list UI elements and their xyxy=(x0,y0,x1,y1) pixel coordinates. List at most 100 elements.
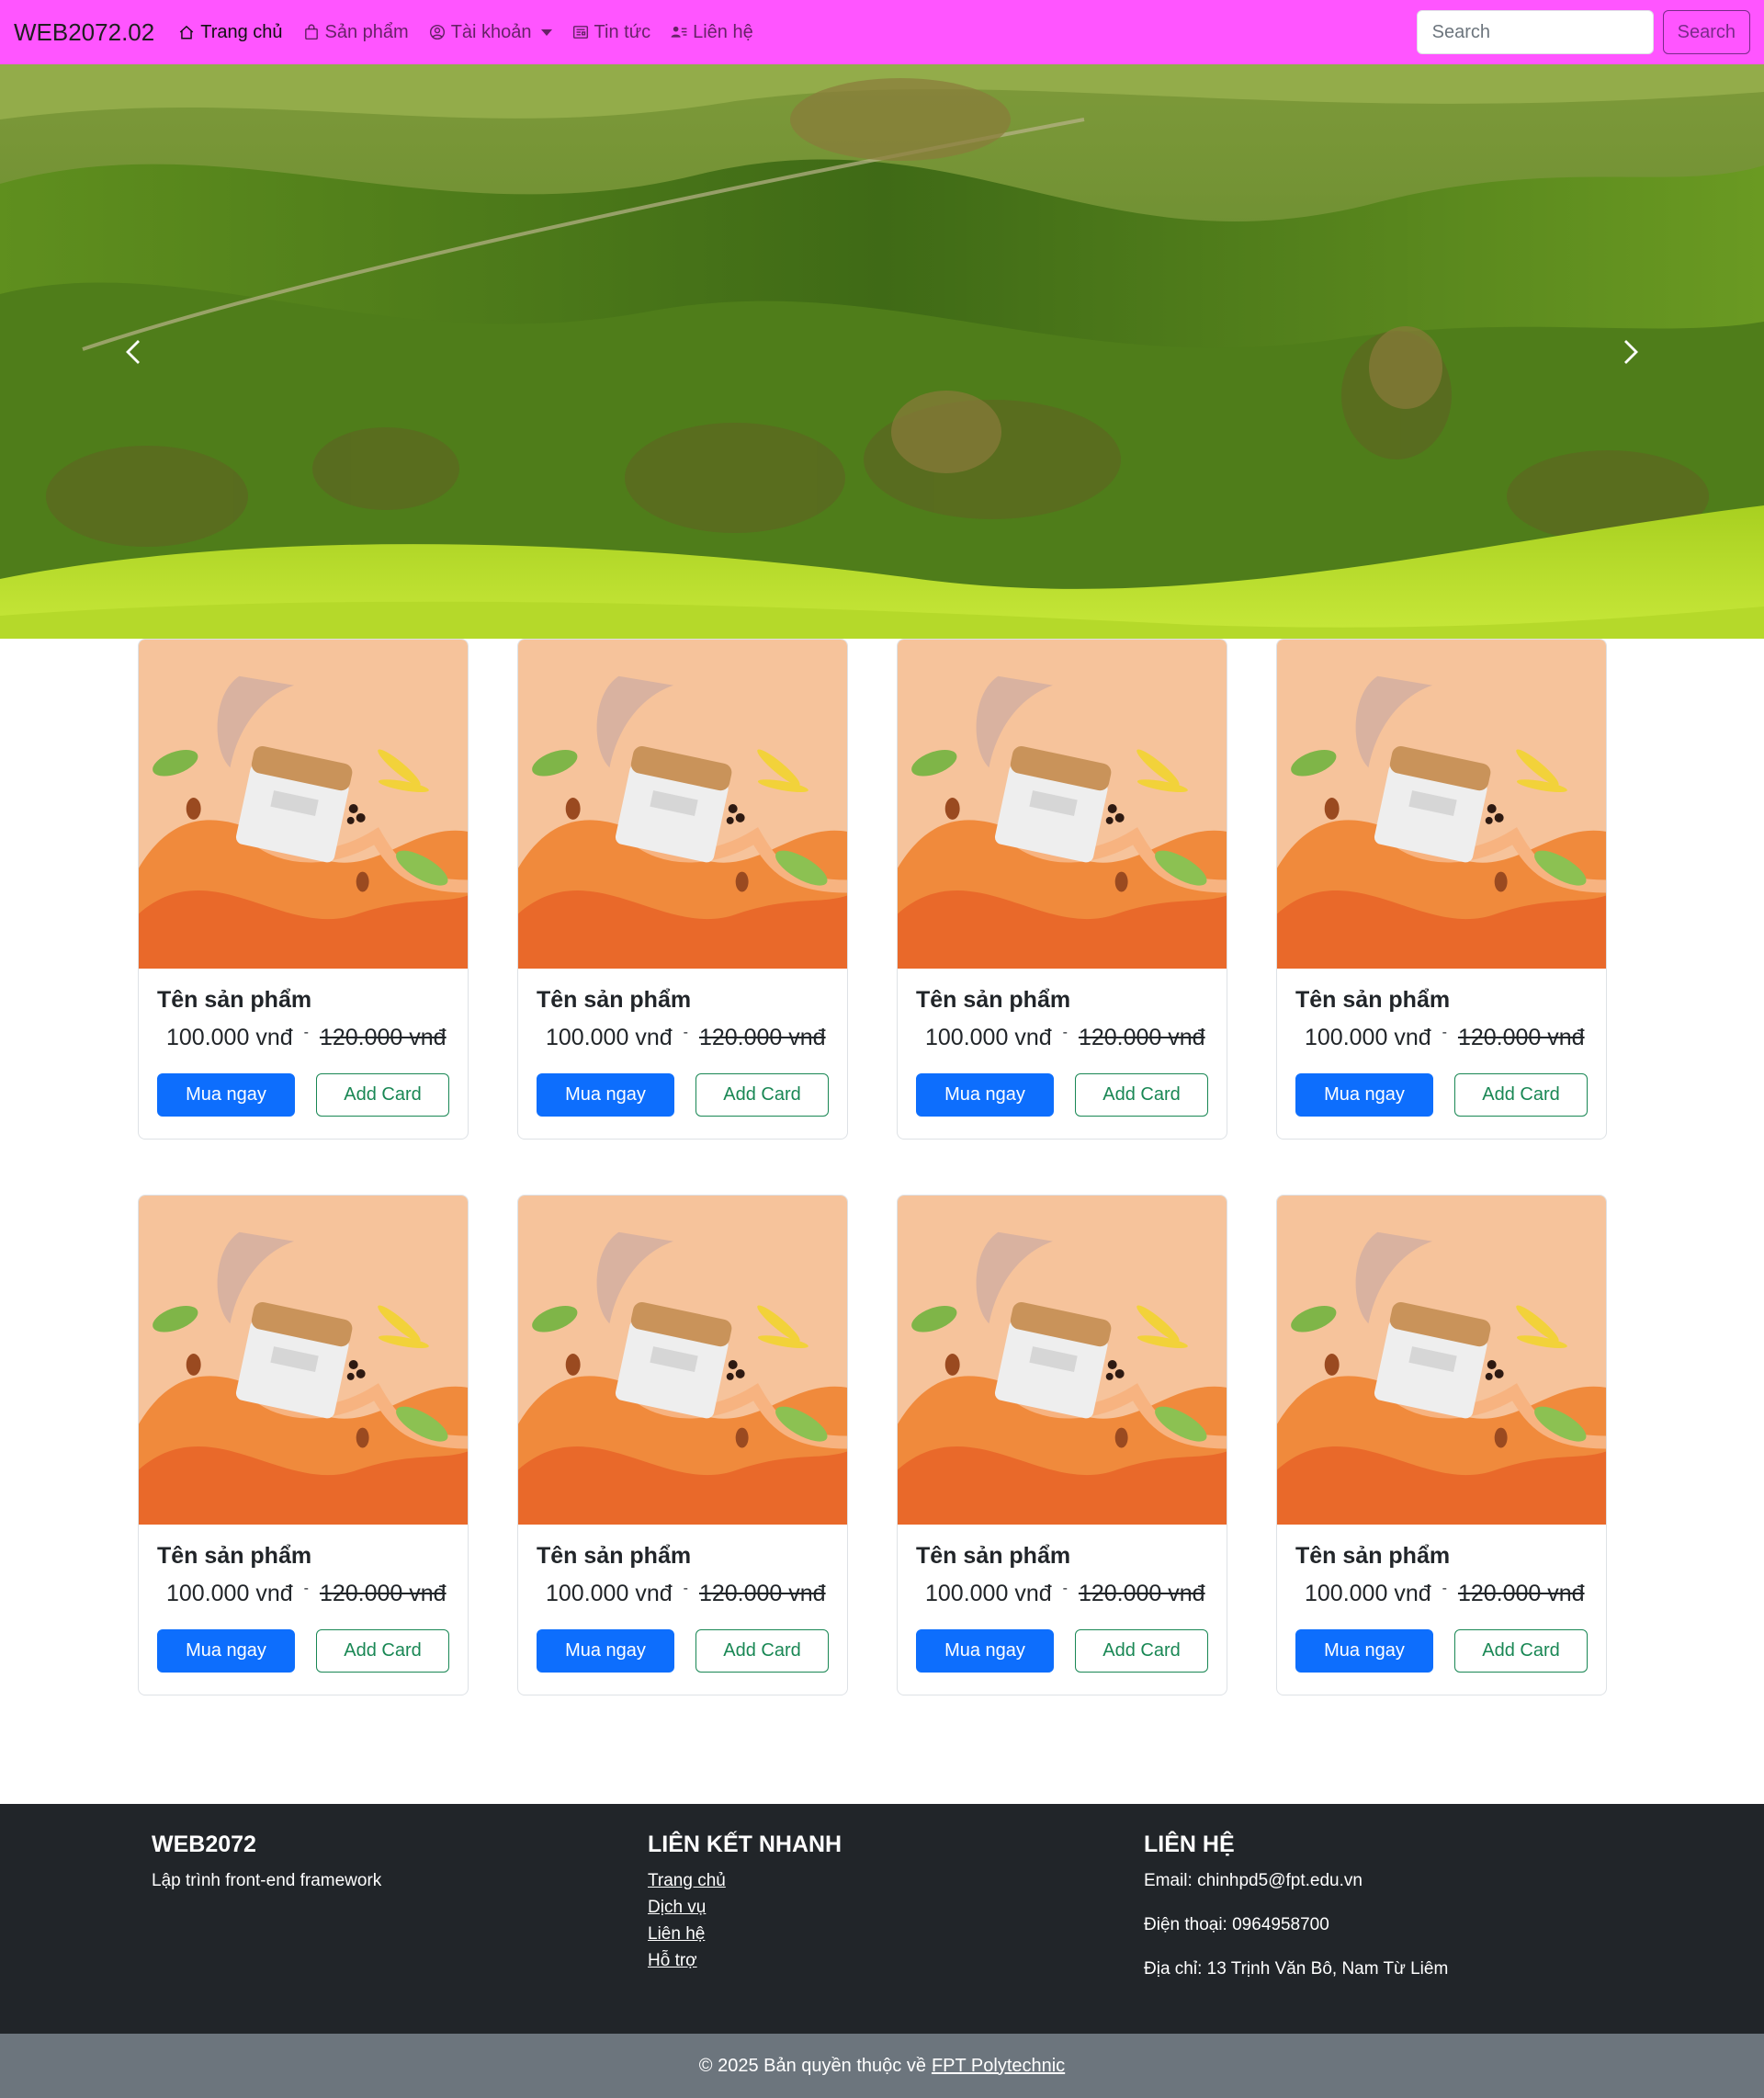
carousel-next-button[interactable] xyxy=(1498,64,1764,639)
buy-now-button[interactable]: Mua ngay xyxy=(537,1073,674,1117)
add-to-cart-button[interactable]: Add Card xyxy=(695,1073,829,1117)
product-old-price: 120.000 vnđ xyxy=(698,1025,826,1050)
card-body: Tên sản phẩm 100.000 vnđ - 120.000 vnđ M… xyxy=(1277,969,1606,1135)
price-line: 100.000 vnđ - 120.000 vnđ xyxy=(537,1025,829,1051)
navbar: WEB2072.02 Trang chủ Sản phẩm Tài khoản … xyxy=(0,0,1764,64)
price-separator: - xyxy=(1442,1024,1447,1040)
product-price: 100.000 vnđ xyxy=(925,1025,1052,1050)
product-price: 100.000 vnđ xyxy=(1305,1025,1431,1050)
footer-link-ho-tro[interactable]: Hỗ trợ xyxy=(648,1951,842,1971)
product-name: Tên sản phẩm xyxy=(537,987,692,1013)
caret-down-icon xyxy=(540,28,552,36)
product-old-price: 120.000 vnđ xyxy=(319,1025,447,1050)
add-to-cart-button[interactable]: Add Card xyxy=(695,1629,829,1673)
nav-label: Sản phẩm xyxy=(324,21,409,42)
person-circle-icon xyxy=(429,24,445,40)
product-image[interactable] xyxy=(1277,1196,1606,1525)
footer-about-title: WEB2072 xyxy=(152,1831,256,1857)
product-image[interactable] xyxy=(898,1196,1227,1525)
nav-label: Liên hệ xyxy=(693,21,753,42)
product-card: Tên sản phẩm 100.000 vnđ - 120.000 vnđ M… xyxy=(1276,639,1607,1140)
card-actions: Mua ngay Add Card xyxy=(157,1073,449,1117)
buy-now-button[interactable]: Mua ngay xyxy=(1295,1629,1433,1673)
card-actions: Mua ngay Add Card xyxy=(916,1629,1208,1673)
product-name: Tên sản phẩm xyxy=(157,987,312,1013)
add-to-cart-button[interactable]: Add Card xyxy=(1454,1629,1588,1673)
nav-item-lien-he[interactable]: Liên hệ xyxy=(671,22,753,43)
product-card: Tên sản phẩm 100.000 vnđ - 120.000 vnđ M… xyxy=(517,1195,848,1695)
card-actions: Mua ngay Add Card xyxy=(1295,1073,1588,1117)
product-price: 100.000 vnđ xyxy=(925,1581,1052,1606)
footer-link-dich-vu[interactable]: Dịch vụ xyxy=(648,1898,842,1918)
price-line: 100.000 vnđ - 120.000 vnđ xyxy=(916,1581,1208,1607)
buy-now-button[interactable]: Mua ngay xyxy=(537,1629,674,1673)
price-separator: - xyxy=(303,1024,309,1040)
product-card: Tên sản phẩm 100.000 vnđ - 120.000 vnđ M… xyxy=(138,1195,469,1695)
product-image[interactable] xyxy=(898,640,1227,969)
add-to-cart-button[interactable]: Add Card xyxy=(1454,1073,1588,1117)
nav-item-san-pham[interactable]: Sản phẩm xyxy=(303,22,409,43)
buy-now-button[interactable]: Mua ngay xyxy=(157,1073,295,1117)
footer-about: WEB2072 Lập trình front-end framework xyxy=(152,1831,381,1891)
price-line: 100.000 vnđ - 120.000 vnđ xyxy=(1295,1581,1588,1607)
card-body: Tên sản phẩm 100.000 vnđ - 120.000 vnđ M… xyxy=(139,1525,468,1691)
footer-contact-title: LIÊN HỆ xyxy=(1144,1831,1235,1857)
product-card: Tên sản phẩm 100.000 vnđ - 120.000 vnđ M… xyxy=(1276,1195,1607,1695)
brand-logo[interactable]: WEB2072.02 xyxy=(14,18,154,47)
product-card: Tên sản phẩm 100.000 vnđ - 120.000 vnđ M… xyxy=(897,1195,1227,1695)
footer-link-lien-he[interactable]: Liên hệ xyxy=(648,1924,842,1945)
search-button[interactable]: Search xyxy=(1662,10,1750,54)
card-body: Tên sản phẩm 100.000 vnđ - 120.000 vnđ M… xyxy=(518,969,847,1135)
carousel-prev-button[interactable] xyxy=(0,64,266,639)
copyright-text: © 2025 Bản quyền thuộc về xyxy=(698,2055,926,2076)
nav-item-tai-khoan[interactable]: Tài khoản xyxy=(429,22,552,43)
price-separator: - xyxy=(1062,1024,1068,1040)
product-row: Tên sản phẩm 100.000 vnđ - 120.000 vnđ M… xyxy=(138,639,1608,1140)
nav-item-trang-chu[interactable]: Trang chủ xyxy=(178,22,283,43)
card-body: Tên sản phẩm 100.000 vnđ - 120.000 vnđ M… xyxy=(898,969,1227,1135)
buy-now-button[interactable]: Mua ngay xyxy=(916,1073,1054,1117)
buy-now-button[interactable]: Mua ngay xyxy=(916,1629,1054,1673)
card-actions: Mua ngay Add Card xyxy=(157,1629,449,1673)
house-icon xyxy=(179,25,194,40)
product-old-price: 120.000 vnđ xyxy=(1078,1581,1205,1606)
add-to-cart-button[interactable]: Add Card xyxy=(316,1073,449,1117)
add-to-cart-button[interactable]: Add Card xyxy=(316,1629,449,1673)
product-old-price: 120.000 vnđ xyxy=(1078,1025,1205,1050)
copyright-bar: © 2025 Bản quyền thuộc về FPT Polytechni… xyxy=(0,2034,1764,2098)
buy-now-button[interactable]: Mua ngay xyxy=(1295,1073,1433,1117)
nav-menu: Trang chủ Sản phẩm Tài khoản Tin tức Liê… xyxy=(178,22,753,43)
product-image[interactable] xyxy=(1277,640,1606,969)
product-image[interactable] xyxy=(139,640,468,969)
product-card: Tên sản phẩm 100.000 vnđ - 120.000 vnđ M… xyxy=(138,639,469,1140)
product-image[interactable] xyxy=(518,640,847,969)
price-line: 100.000 vnđ - 120.000 vnđ xyxy=(157,1581,449,1607)
price-line: 100.000 vnđ - 120.000 vnđ xyxy=(157,1025,449,1051)
footer-email: Email: chinhpd5@fpt.edu.vn xyxy=(1144,1871,1363,1890)
add-to-cart-button[interactable]: Add Card xyxy=(1075,1073,1208,1117)
price-separator: - xyxy=(1062,1580,1068,1596)
price-line: 100.000 vnđ - 120.000 vnđ xyxy=(537,1581,829,1607)
card-actions: Mua ngay Add Card xyxy=(1295,1629,1588,1673)
footer-link-trang-chu[interactable]: Trang chủ xyxy=(648,1871,842,1891)
search-input[interactable] xyxy=(1416,10,1654,54)
price-separator: - xyxy=(683,1024,688,1040)
price-separator: - xyxy=(683,1580,688,1596)
product-grid: Tên sản phẩm 100.000 vnđ - 120.000 vnđ M… xyxy=(138,639,1608,1695)
product-old-price: 120.000 vnđ xyxy=(1457,1581,1585,1606)
product-name: Tên sản phẩm xyxy=(916,987,1071,1013)
buy-now-button[interactable]: Mua ngay xyxy=(157,1629,295,1673)
card-actions: Mua ngay Add Card xyxy=(537,1073,829,1117)
newspaper-icon xyxy=(572,26,588,39)
add-to-cart-button[interactable]: Add Card xyxy=(1075,1629,1208,1673)
footer-address: Địa chỉ: 13 Trịnh Văn Bô, Nam Từ Liêm xyxy=(1144,1959,1449,1979)
product-image[interactable] xyxy=(518,1196,847,1525)
person-lines-icon xyxy=(671,26,687,38)
copyright-link[interactable]: FPT Polytechnic xyxy=(932,2056,1065,2077)
card-body: Tên sản phẩm 100.000 vnđ - 120.000 vnđ M… xyxy=(139,969,468,1135)
footer: WEB2072 Lập trình front-end framework LI… xyxy=(0,1804,1764,2034)
nav-item-tin-tuc[interactable]: Tin tức xyxy=(572,22,650,43)
product-image[interactable] xyxy=(139,1196,468,1525)
product-name: Tên sản phẩm xyxy=(1295,987,1451,1013)
chevron-left-icon xyxy=(126,339,140,364)
